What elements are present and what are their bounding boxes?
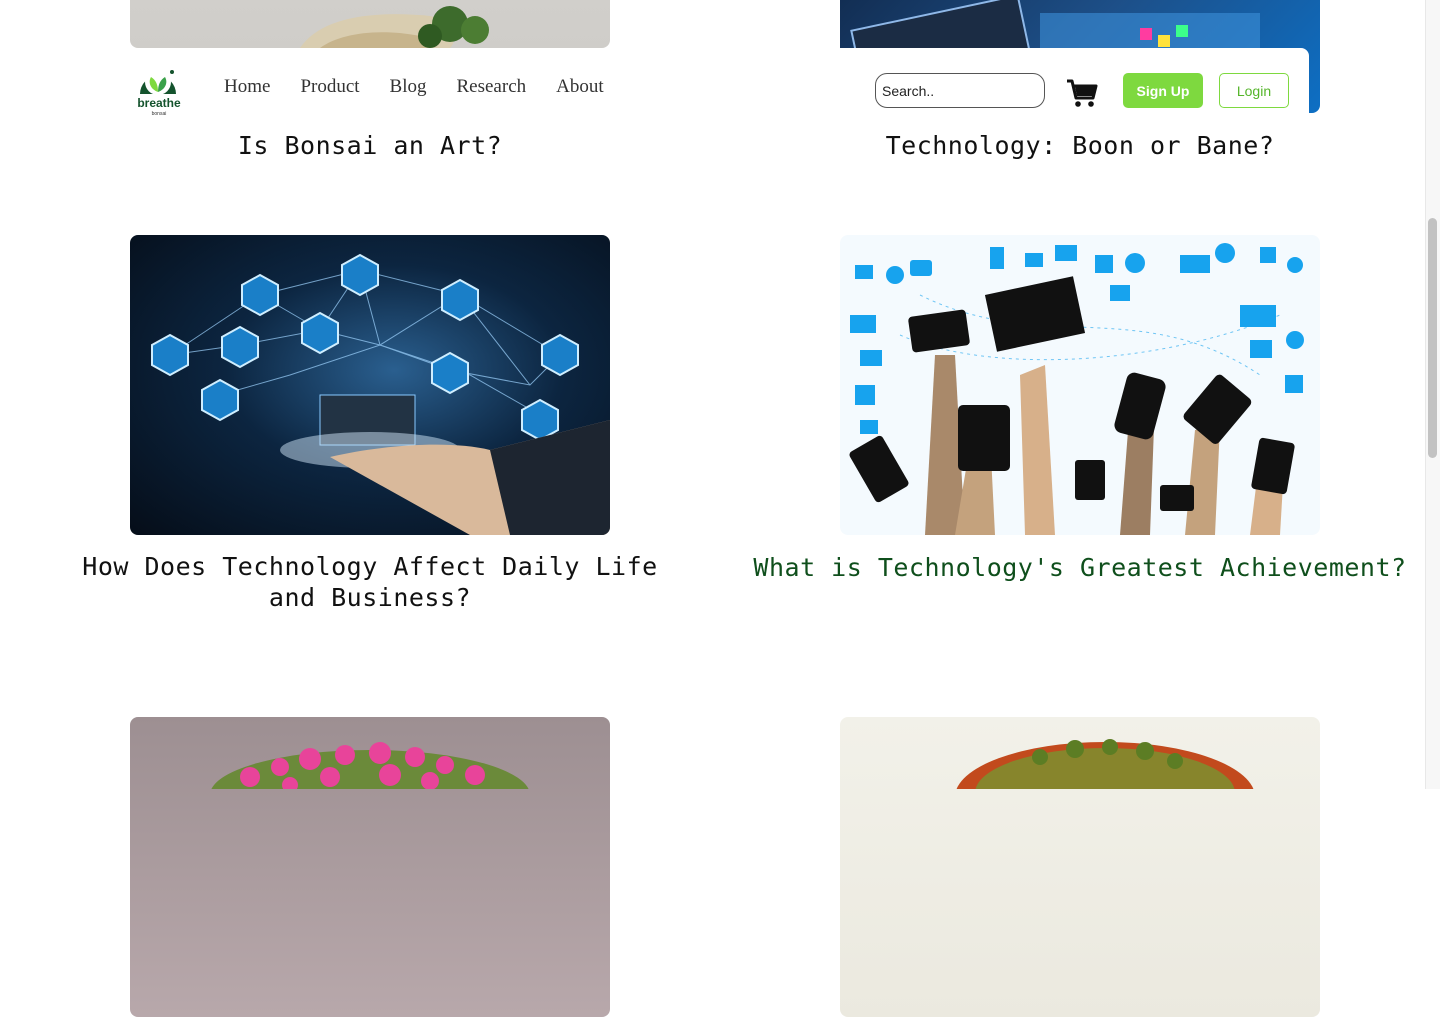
post-image-technology-daily-life[interactable] xyxy=(130,235,610,535)
nav-blog[interactable]: Blog xyxy=(390,76,427,98)
post-image-technology-achievement[interactable] xyxy=(840,235,1320,535)
leaf-logo-icon xyxy=(140,69,176,95)
scrollbar-thumb[interactable] xyxy=(1428,218,1437,458)
site-header: breathe bonsai Home Product Blog Researc… xyxy=(120,48,1309,134)
nav-product[interactable]: Product xyxy=(300,76,359,98)
post-title[interactable]: Technology: Boon or Bane? xyxy=(840,130,1320,161)
nav-home[interactable]: Home xyxy=(224,76,270,98)
logo-text: breathe xyxy=(137,96,181,110)
signup-button[interactable]: Sign Up xyxy=(1123,73,1203,108)
post-image-azalea-bonsai[interactable] xyxy=(130,717,610,1017)
cart-icon[interactable] xyxy=(1066,78,1098,108)
main-nav: Home Product Blog Research About xyxy=(224,76,604,98)
post-title-hovered[interactable]: What is Technology's Greatest Achievemen… xyxy=(740,552,1420,583)
nav-about[interactable]: About xyxy=(556,76,604,98)
nav-research[interactable]: Research xyxy=(457,76,527,98)
login-button[interactable]: Login xyxy=(1219,73,1289,108)
post-image-bonsai-tree[interactable] xyxy=(840,717,1320,1017)
search-input[interactable] xyxy=(875,73,1045,108)
post-title[interactable]: How Does Technology Affect Daily Life an… xyxy=(80,551,660,613)
post-image-bonsai-art[interactable] xyxy=(130,0,610,48)
post-title[interactable]: Is Bonsai an Art? xyxy=(130,130,610,161)
logo-subtext: bonsai xyxy=(151,111,167,117)
logo[interactable]: breathe bonsai xyxy=(128,64,188,118)
